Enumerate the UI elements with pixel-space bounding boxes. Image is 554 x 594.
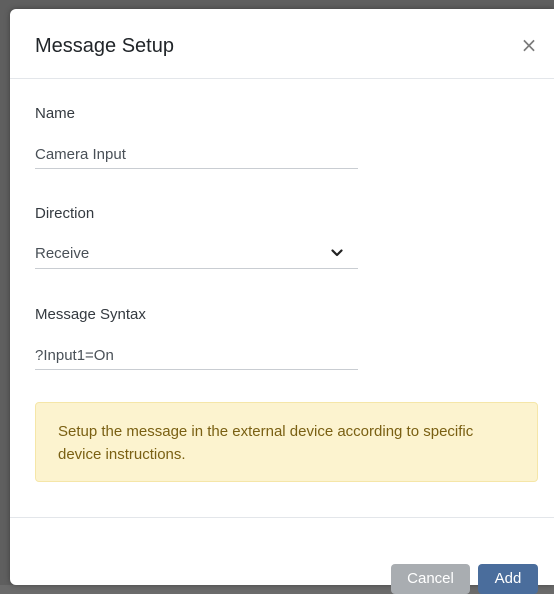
direction-select[interactable]: Receive [35, 241, 358, 269]
close-icon: × [520, 33, 538, 57]
direction-label: Direction [35, 205, 95, 222]
message-setup-dialog: Message Setup × Name Direction Receive M… [10, 9, 554, 594]
add-button[interactable]: Add [478, 564, 538, 594]
dialog-title: Message Setup [35, 35, 174, 57]
direction-selected-value: Receive [35, 245, 90, 262]
close-button[interactable]: × [518, 33, 540, 57]
name-input[interactable] [35, 141, 358, 169]
name-label: Name [35, 105, 76, 122]
syntax-input[interactable] [35, 342, 358, 370]
dialog-footer: Cancel Add [10, 517, 554, 594]
cancel-button[interactable]: Cancel [391, 564, 470, 594]
dialog-header: Message Setup × [10, 9, 554, 79]
syntax-label: Message Syntax [35, 306, 146, 323]
chevron-down-icon [331, 249, 343, 257]
alert-text: Setup the message in the external device… [58, 423, 474, 463]
info-alert: Setup the message in the external device… [35, 402, 538, 482]
